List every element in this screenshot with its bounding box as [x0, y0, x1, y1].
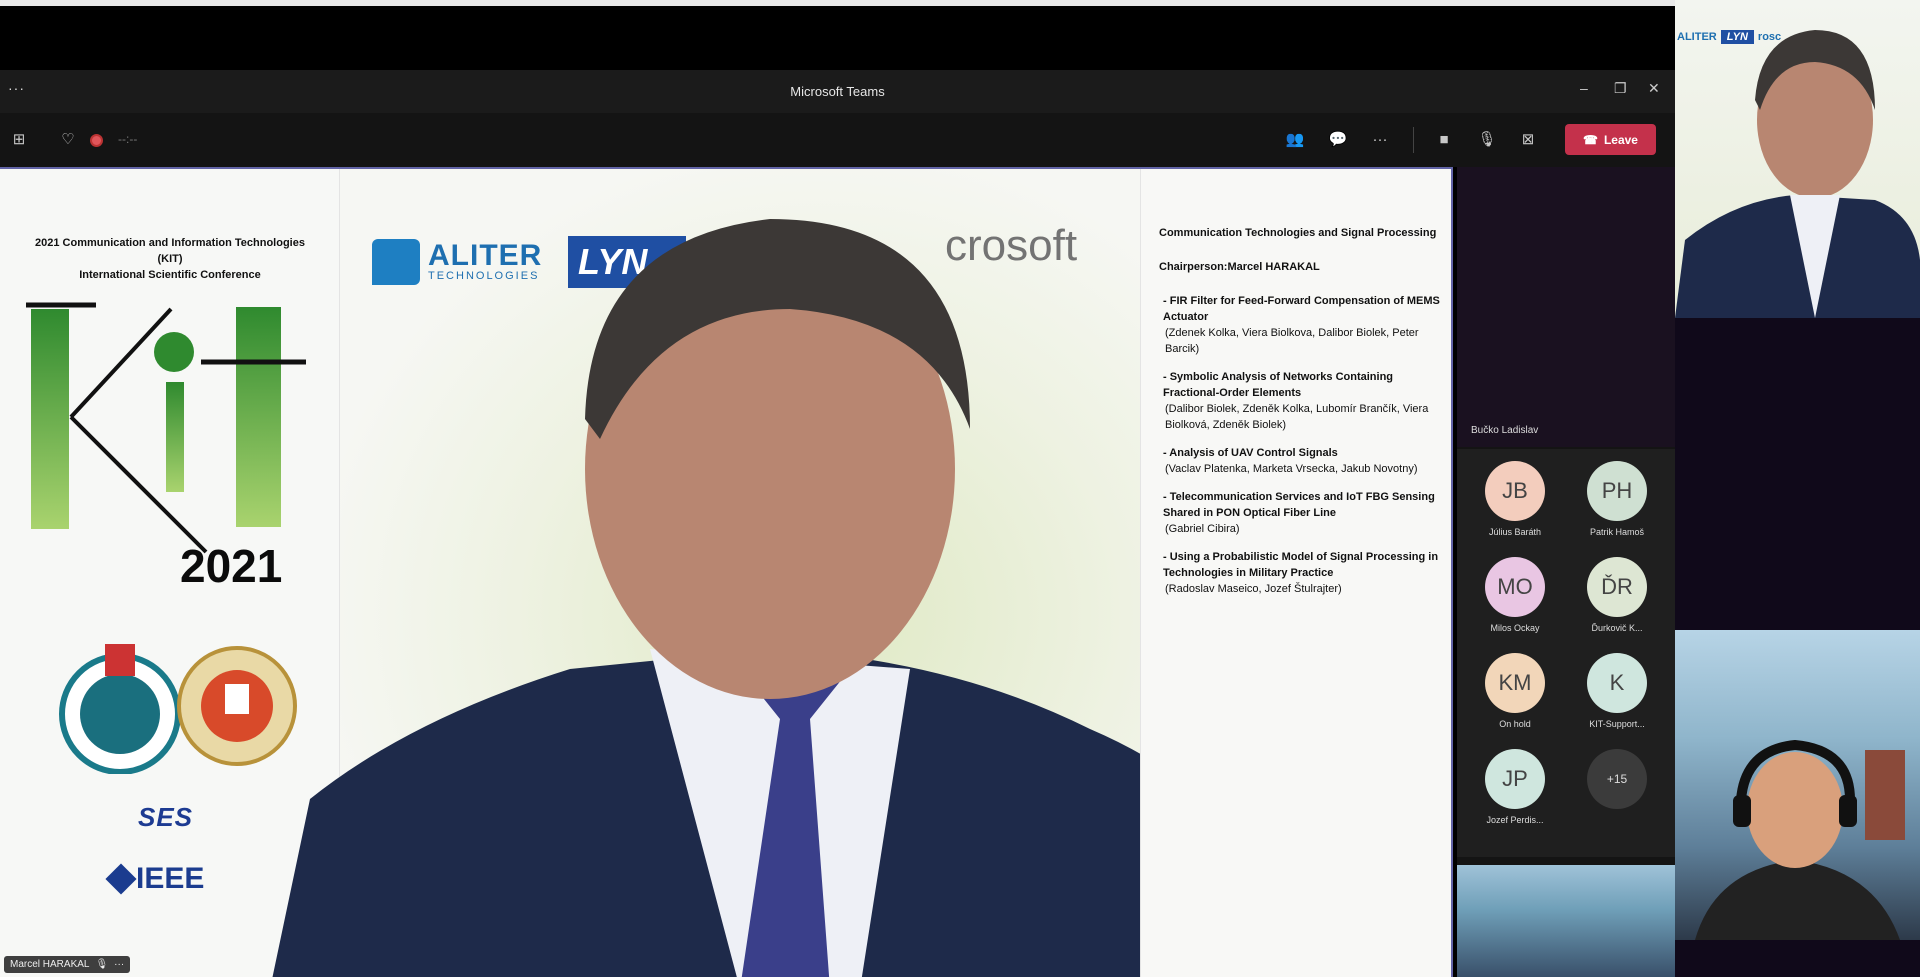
paper-title: - FIR Filter for Feed-Forward Compensati…: [1163, 295, 1440, 323]
paper-authors: (Radoslav Maseico, Jozef Štulrajter): [1165, 583, 1342, 595]
mic-muted-icon: 🎙: [95, 959, 109, 970]
participant-name: On hold: [1499, 719, 1531, 729]
avatar: JP: [1485, 749, 1545, 809]
ieee-diamond-icon: [105, 863, 137, 895]
participant-name: Patrik Hamoš: [1589, 527, 1644, 537]
participant-tile[interactable]: KM On hold: [1465, 653, 1565, 729]
participant-tile[interactable]: ĎR Ďurkovič K...: [1567, 557, 1667, 633]
paper-title: - Analysis of UAV Control Signals: [1163, 447, 1338, 459]
session-title: Communication Technologies and Signal Pr…: [1159, 227, 1437, 239]
participant-name: Július Baráth: [1488, 527, 1542, 537]
video-feed-presenter[interactable]: ALITER LYN rosc: [1675, 0, 1920, 318]
meeting-timer: --:--: [118, 132, 138, 146]
participant-tile[interactable]: MO Milos Ockay: [1465, 557, 1565, 633]
camera-icon[interactable]: ■: [1434, 130, 1454, 150]
slide-agenda-column: Communication Technologies and Signal Pr…: [1140, 169, 1451, 977]
participant-tile[interactable]: JP Jozef Perdis...: [1465, 749, 1565, 825]
participant-video-image: [1695, 739, 1905, 940]
participant-video-top[interactable]: Bučko Ladislav: [1457, 167, 1675, 447]
recording-icon: [90, 134, 103, 147]
share-screen-icon[interactable]: ⊠: [1518, 130, 1538, 150]
participant-name: Ďurkovič K...: [1591, 623, 1643, 633]
paper-authors: (Vaclav Platenka, Marketa Vrsecka, Jakub…: [1165, 463, 1418, 475]
avatar: JB: [1485, 461, 1545, 521]
avatar: ĎR: [1587, 557, 1647, 617]
participant-video-bottom[interactable]: [1457, 865, 1675, 977]
people-icon[interactable]: 👥: [1285, 130, 1305, 150]
participants-panel: Bučko Ladislav JB Július Baráth PH Patri…: [1457, 167, 1675, 977]
conference-title-line2: International Scientific Conference: [79, 269, 261, 281]
session-agenda: Communication Technologies and Signal Pr…: [1159, 225, 1449, 609]
participant-roster: JB Július Baráth PH Patrik Hamoš MO Milo…: [1457, 449, 1675, 857]
conference-title: 2021 Communication and Information Techn…: [30, 235, 310, 283]
paper-authors: (Zdenek Kolka, Viera Biolkova, Dalibor B…: [1165, 327, 1419, 355]
meeting-toolbar: ⊞ ♡ --:-- 👥 💬 ··· ■ 🎙 ⊠ ☎ Leave: [0, 113, 1675, 167]
department-seal-logo: [59, 644, 181, 774]
paper-title: - Using a Probabilistic Model of Signal …: [1163, 551, 1439, 579]
presenter-name-tag: Marcel HARAKAL 🎙 ···: [4, 956, 131, 973]
avatar: MO: [1485, 557, 1545, 617]
microphone-icon[interactable]: 🎙: [1477, 130, 1497, 150]
ieee-logo-text: IEEE: [136, 862, 205, 895]
minimize-button[interactable]: –: [1580, 80, 1588, 96]
leave-label: Leave: [1603, 132, 1638, 147]
participant-name: KIT-Support...: [1589, 719, 1645, 729]
presenter-name: Marcel HARAKAL: [10, 959, 90, 970]
session-chairperson: Chairperson:Marcel HARAKAL: [1159, 261, 1320, 273]
restore-button[interactable]: ❐: [1614, 80, 1627, 97]
paper-item: - Symbolic Analysis of Networks Containi…: [1159, 369, 1449, 433]
video-feed-participant[interactable]: [1675, 630, 1920, 940]
conference-title-line1: 2021 Communication and Information Techn…: [35, 237, 305, 265]
participant-tile[interactable]: PH Patrik Hamoš: [1567, 461, 1667, 537]
more-participants-count: +15: [1587, 749, 1647, 809]
avatar: PH: [1587, 461, 1647, 521]
shield-icon[interactable]: ♡: [58, 130, 78, 150]
grid-view-icon[interactable]: ⊞: [9, 130, 29, 150]
presenter-small-video: [1675, 30, 1920, 318]
paper-title: - Symbolic Analysis of Networks Containi…: [1163, 371, 1394, 399]
participant-name: Jozef Perdis...: [1486, 815, 1544, 825]
participant-tile[interactable]: JB Július Baráth: [1465, 461, 1565, 537]
ieee-logo: IEEE: [105, 862, 205, 896]
avatar: KM: [1485, 653, 1545, 713]
paper-item: - Telecommunication Services and IoT FBG…: [1159, 489, 1449, 537]
conference-year: 2021: [180, 540, 283, 592]
window-title: Microsoft Teams: [790, 84, 885, 99]
chat-icon[interactable]: 💬: [1328, 130, 1348, 150]
participant-name: Milos Ockay: [1490, 623, 1540, 633]
toolbar-divider: [1413, 127, 1414, 153]
paper-title: - Telecommunication Services and IoT FBG…: [1163, 491, 1435, 519]
paper-authors: (Dalibor Biolek, Zdeněk Kolka, Lubomír B…: [1165, 403, 1429, 431]
paper-authors: (Gabriel Cibira): [1165, 523, 1240, 535]
close-button[interactable]: ✕: [1648, 80, 1660, 97]
paper-item: - FIR Filter for Feed-Forward Compensati…: [1159, 293, 1449, 357]
more-actions-icon[interactable]: ···: [1370, 130, 1390, 150]
screen: ··· Microsoft Teams – ❐ ✕ ⊞ ♡ --:-- 👥 💬 …: [0, 0, 1920, 977]
participant-tile[interactable]: K KIT-Support...: [1567, 653, 1667, 729]
paper-item: - Using a Probabilistic Model of Signal …: [1159, 549, 1449, 597]
title-bar: ··· Microsoft Teams – ❐ ✕: [0, 70, 1675, 113]
ses-logo: SES: [138, 802, 194, 832]
right-video-column: ALITER LYN rosc: [1675, 0, 1920, 977]
more-participants-tile[interactable]: +15: [1567, 749, 1667, 809]
shared-content-stage: 2021 Communication and Information Techn…: [0, 167, 1453, 977]
phone-hangup-icon: ☎: [1583, 132, 1598, 147]
leave-button[interactable]: ☎ Leave: [1565, 124, 1656, 155]
participant-video-name: Bučko Ladislav: [1471, 425, 1539, 436]
avatar: K: [1587, 653, 1647, 713]
paper-item: - Analysis of UAV Control Signals (Vacla…: [1159, 445, 1449, 477]
more-options-icon[interactable]: ···: [114, 959, 124, 970]
